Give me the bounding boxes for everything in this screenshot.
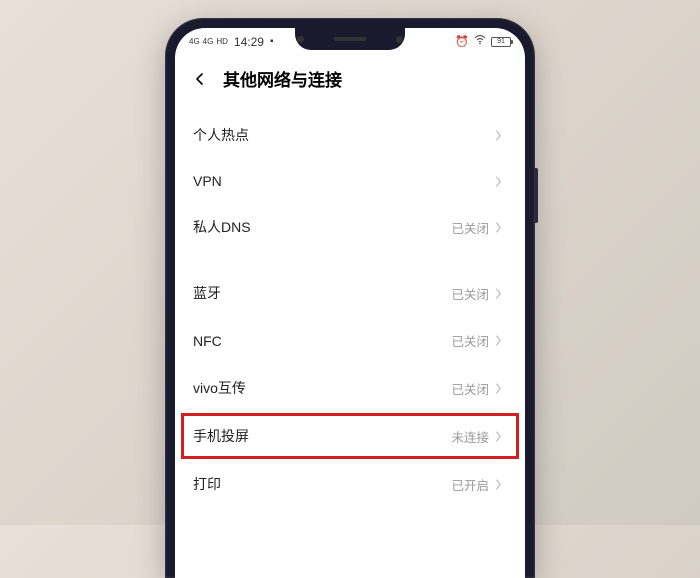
- back-button[interactable]: [191, 70, 209, 88]
- list-item-label: 私人DNS: [193, 217, 251, 237]
- phone-side-button: [535, 168, 538, 223]
- status-left: 4G 4G HD 14:29 ▪: [189, 35, 273, 49]
- list-item[interactable]: 私人DNS 已关闭: [175, 203, 525, 251]
- list-item-label: vivo互传: [193, 378, 246, 398]
- notch: [295, 28, 405, 50]
- alarm-icon: ⏰: [455, 35, 469, 48]
- list-item-right: 未连接: [451, 427, 507, 446]
- list-item[interactable]: vivo互传 已关闭: [175, 364, 525, 412]
- settings-list: 个人热点VPN私人DNS已关闭蓝牙已关闭NFC已关闭vivo互传已关闭手机投屏未…: [175, 103, 525, 516]
- list-item[interactable]: NFC 已关闭: [175, 317, 525, 364]
- list-item-value: 已关闭: [451, 284, 489, 303]
- list-item-right: 已关闭: [451, 331, 507, 350]
- camera-icon: ▪: [270, 36, 274, 47]
- list-item-label: 打印: [193, 474, 221, 494]
- list-item-label: 个人热点: [193, 125, 249, 145]
- chevron-right-icon: [495, 478, 507, 490]
- list-item-value: 已开启: [451, 475, 489, 494]
- chevron-right-icon: [495, 221, 507, 233]
- list-item-right: 已关闭: [451, 379, 507, 398]
- list-item-label: VPN: [193, 173, 222, 189]
- time: 14:29: [234, 35, 264, 49]
- list-item[interactable]: 蓝牙 已关闭: [175, 269, 525, 317]
- list-item-right: [495, 175, 507, 187]
- list-item-value: 已关闭: [451, 379, 489, 398]
- screen: 4G 4G HD 14:29 ▪ ⏰ 91 其他网络与连接 个人: [175, 28, 525, 578]
- hd-indicator: HD: [216, 38, 228, 46]
- list-item-value: 已关闭: [451, 218, 489, 237]
- chevron-right-icon: [495, 129, 507, 141]
- list-item-right: [495, 129, 507, 141]
- list-item[interactable]: 个人热点: [175, 111, 525, 159]
- page-title: 其他网络与连接: [223, 66, 342, 91]
- chevron-right-icon: [495, 335, 507, 347]
- list-item[interactable]: 手机投屏 未连接: [175, 412, 525, 460]
- list-item-right: 已开启: [451, 475, 507, 494]
- chevron-right-icon: [495, 430, 507, 442]
- header: 其他网络与连接: [175, 52, 525, 103]
- list-item-right: 已关闭: [451, 284, 507, 303]
- list-item-label: NFC: [193, 333, 222, 349]
- status-right: ⏰ 91: [455, 35, 511, 48]
- list-item-label: 手机投屏: [193, 426, 249, 446]
- list-item[interactable]: VPN: [175, 159, 525, 203]
- section-gap: [175, 251, 525, 269]
- chevron-right-icon: [495, 287, 507, 299]
- list-item[interactable]: 打印 已开启: [175, 460, 525, 508]
- phone-frame: 4G 4G HD 14:29 ▪ ⏰ 91 其他网络与连接 个人: [165, 18, 535, 578]
- wifi-icon: [474, 35, 486, 48]
- list-item-right: 已关闭: [451, 218, 507, 237]
- list-item-label: 蓝牙: [193, 283, 221, 303]
- list-item-value: 已关闭: [451, 331, 489, 350]
- chevron-right-icon: [495, 382, 507, 394]
- signal-1: 4G: [189, 38, 200, 46]
- list-item-value: 未连接: [451, 427, 489, 446]
- chevron-left-icon: [193, 72, 207, 86]
- signal-2: 4G: [203, 38, 214, 46]
- battery-icon: 91: [491, 37, 511, 47]
- chevron-right-icon: [495, 175, 507, 187]
